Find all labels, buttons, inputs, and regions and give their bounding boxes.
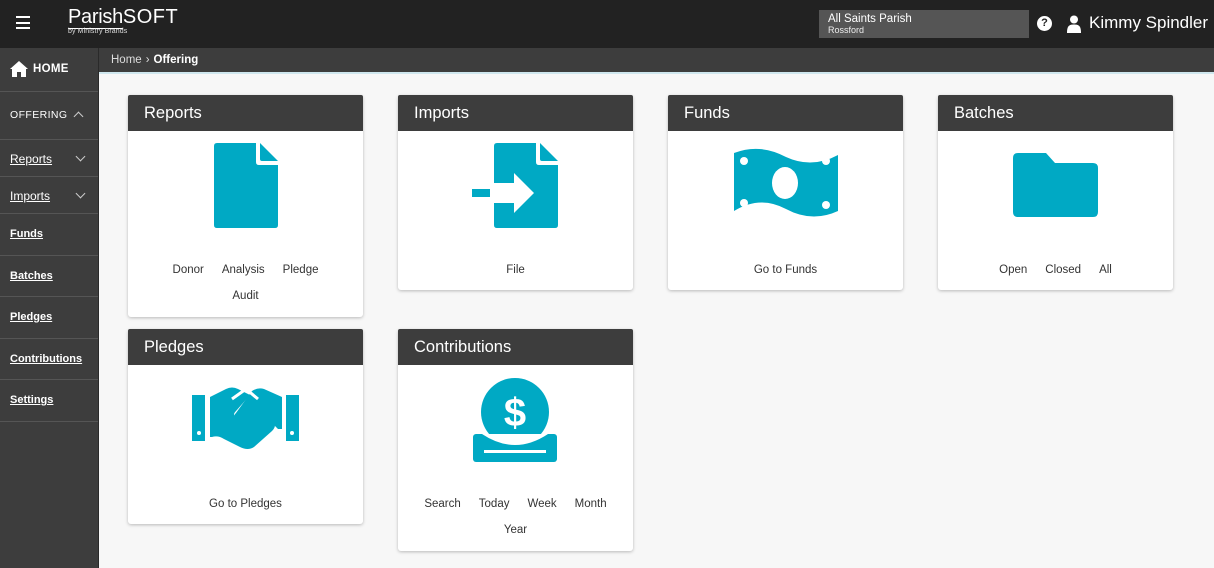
imports-card: Imports File: [398, 95, 633, 290]
imports-links: File: [398, 264, 633, 276]
chevron-right-icon: ›: [145, 54, 150, 66]
money-bill-icon: [734, 148, 838, 217]
contributions-link-month[interactable]: Month: [575, 498, 607, 510]
logo-tagline: by Ministry Brands: [68, 28, 128, 35]
contributions-links: Search Today Week Month Year: [398, 498, 633, 536]
user-name[interactable]: Kimmy Spindler: [1089, 13, 1208, 33]
user-icon[interactable]: [1067, 15, 1081, 33]
sidebar-item-home[interactable]: HOME: [0, 48, 98, 92]
imports-card-title[interactable]: Imports: [398, 95, 633, 131]
sidebar-item-label: Imports: [10, 189, 51, 203]
svg-text:$: $: [504, 391, 526, 435]
imports-link-file[interactable]: File: [506, 264, 525, 276]
sidebar-item-reports[interactable]: Reports: [0, 140, 98, 177]
batches-link-closed[interactable]: Closed: [1045, 264, 1081, 276]
handshake-icon: [192, 387, 299, 449]
top-bar: ParishSOFT by Ministry Brands All Saints…: [0, 0, 1214, 48]
folder-icon: [1013, 153, 1098, 217]
breadcrumb-home-link[interactable]: Home: [111, 54, 142, 66]
pledges-links: Go to Pledges: [128, 498, 363, 510]
contributions-link-today[interactable]: Today: [479, 498, 510, 510]
sidebar-item-imports[interactable]: Imports: [0, 177, 98, 214]
batches-links: Open Closed All: [938, 264, 1173, 276]
batches-link-all[interactable]: All: [1099, 264, 1112, 276]
pledges-card: Pledges Go to Pledges: [128, 329, 363, 524]
batches-link-open[interactable]: Open: [999, 264, 1027, 276]
reports-link-analysis[interactable]: Analysis: [222, 264, 265, 276]
sidebar-item-label: Funds: [10, 228, 43, 240]
sidebar-item-label: Batches: [10, 269, 53, 282]
sidebar-item-funds[interactable]: Funds: [0, 214, 98, 256]
document-icon: [214, 143, 278, 228]
breadcrumb: Home › Offering: [99, 48, 1214, 74]
home-icon: [10, 61, 28, 77]
sidebar-item-batches[interactable]: Batches: [0, 256, 98, 297]
reports-link-pledge[interactable]: Pledge: [283, 264, 319, 276]
reports-card: Reports Donor Analysis Pledge Audit: [128, 95, 363, 317]
contributions-link-search[interactable]: Search: [424, 498, 460, 510]
parish-location: Rossford: [828, 25, 865, 35]
contributions-card: Contributions $ Search Today Week Month Yea…: [398, 329, 633, 551]
breadcrumb-current: Offering: [153, 54, 199, 66]
funds-links: Go to Funds: [668, 264, 903, 276]
reports-card-title[interactable]: Reports: [128, 95, 363, 131]
sidebar-item-offering[interactable]: OFFERING: [0, 92, 98, 140]
pledges-link-go[interactable]: Go to Pledges: [209, 498, 282, 510]
help-icon[interactable]: ?: [1037, 16, 1052, 31]
sidebar-item-label: OFFERING: [10, 109, 68, 121]
contributions-card-title[interactable]: Contributions: [398, 329, 633, 365]
chevron-up-icon: [73, 111, 84, 122]
sidebar-item-contributions[interactable]: Contributions: [0, 339, 98, 380]
sidebar-item-pledges[interactable]: Pledges: [0, 297, 98, 339]
funds-card: Funds Go to Funds: [668, 95, 903, 290]
contributions-link-week[interactable]: Week: [527, 498, 556, 510]
pledges-card-title[interactable]: Pledges: [128, 329, 363, 365]
parish-selector[interactable]: All Saints Parish Rossford: [819, 10, 1029, 38]
reports-link-donor[interactable]: Donor: [173, 264, 204, 276]
sidebar-item-label: HOME: [33, 63, 69, 75]
donate-coin-icon: $: [473, 378, 557, 462]
sidebar-item-label: Contributions: [10, 352, 83, 365]
sidebar-item-label: Reports: [10, 152, 53, 166]
funds-card-title[interactable]: Funds: [668, 95, 903, 131]
reports-links: Donor Analysis Pledge Audit: [128, 264, 363, 302]
chevron-down-icon: [75, 188, 86, 199]
batches-card-title[interactable]: Batches: [938, 95, 1173, 131]
sidebar: HOME OFFERING Reports Imports Funds Batc…: [0, 48, 99, 568]
sidebar-item-settings[interactable]: Settings: [0, 380, 98, 422]
file-import-icon: [472, 143, 558, 228]
parishsoft-logo[interactable]: ParishSOFT by Ministry Brands: [68, 6, 178, 35]
contributions-link-year[interactable]: Year: [504, 524, 527, 536]
batches-card: Batches Open Closed All: [938, 95, 1173, 290]
reports-link-audit[interactable]: Audit: [232, 290, 258, 302]
hamburger-menu-icon[interactable]: [16, 16, 30, 30]
sidebar-item-label: Settings: [10, 394, 54, 406]
parish-name: All Saints Parish: [828, 13, 912, 25]
funds-link-go[interactable]: Go to Funds: [754, 264, 817, 276]
sidebar-item-label: Pledges: [10, 311, 53, 323]
chevron-down-icon: [75, 151, 86, 162]
